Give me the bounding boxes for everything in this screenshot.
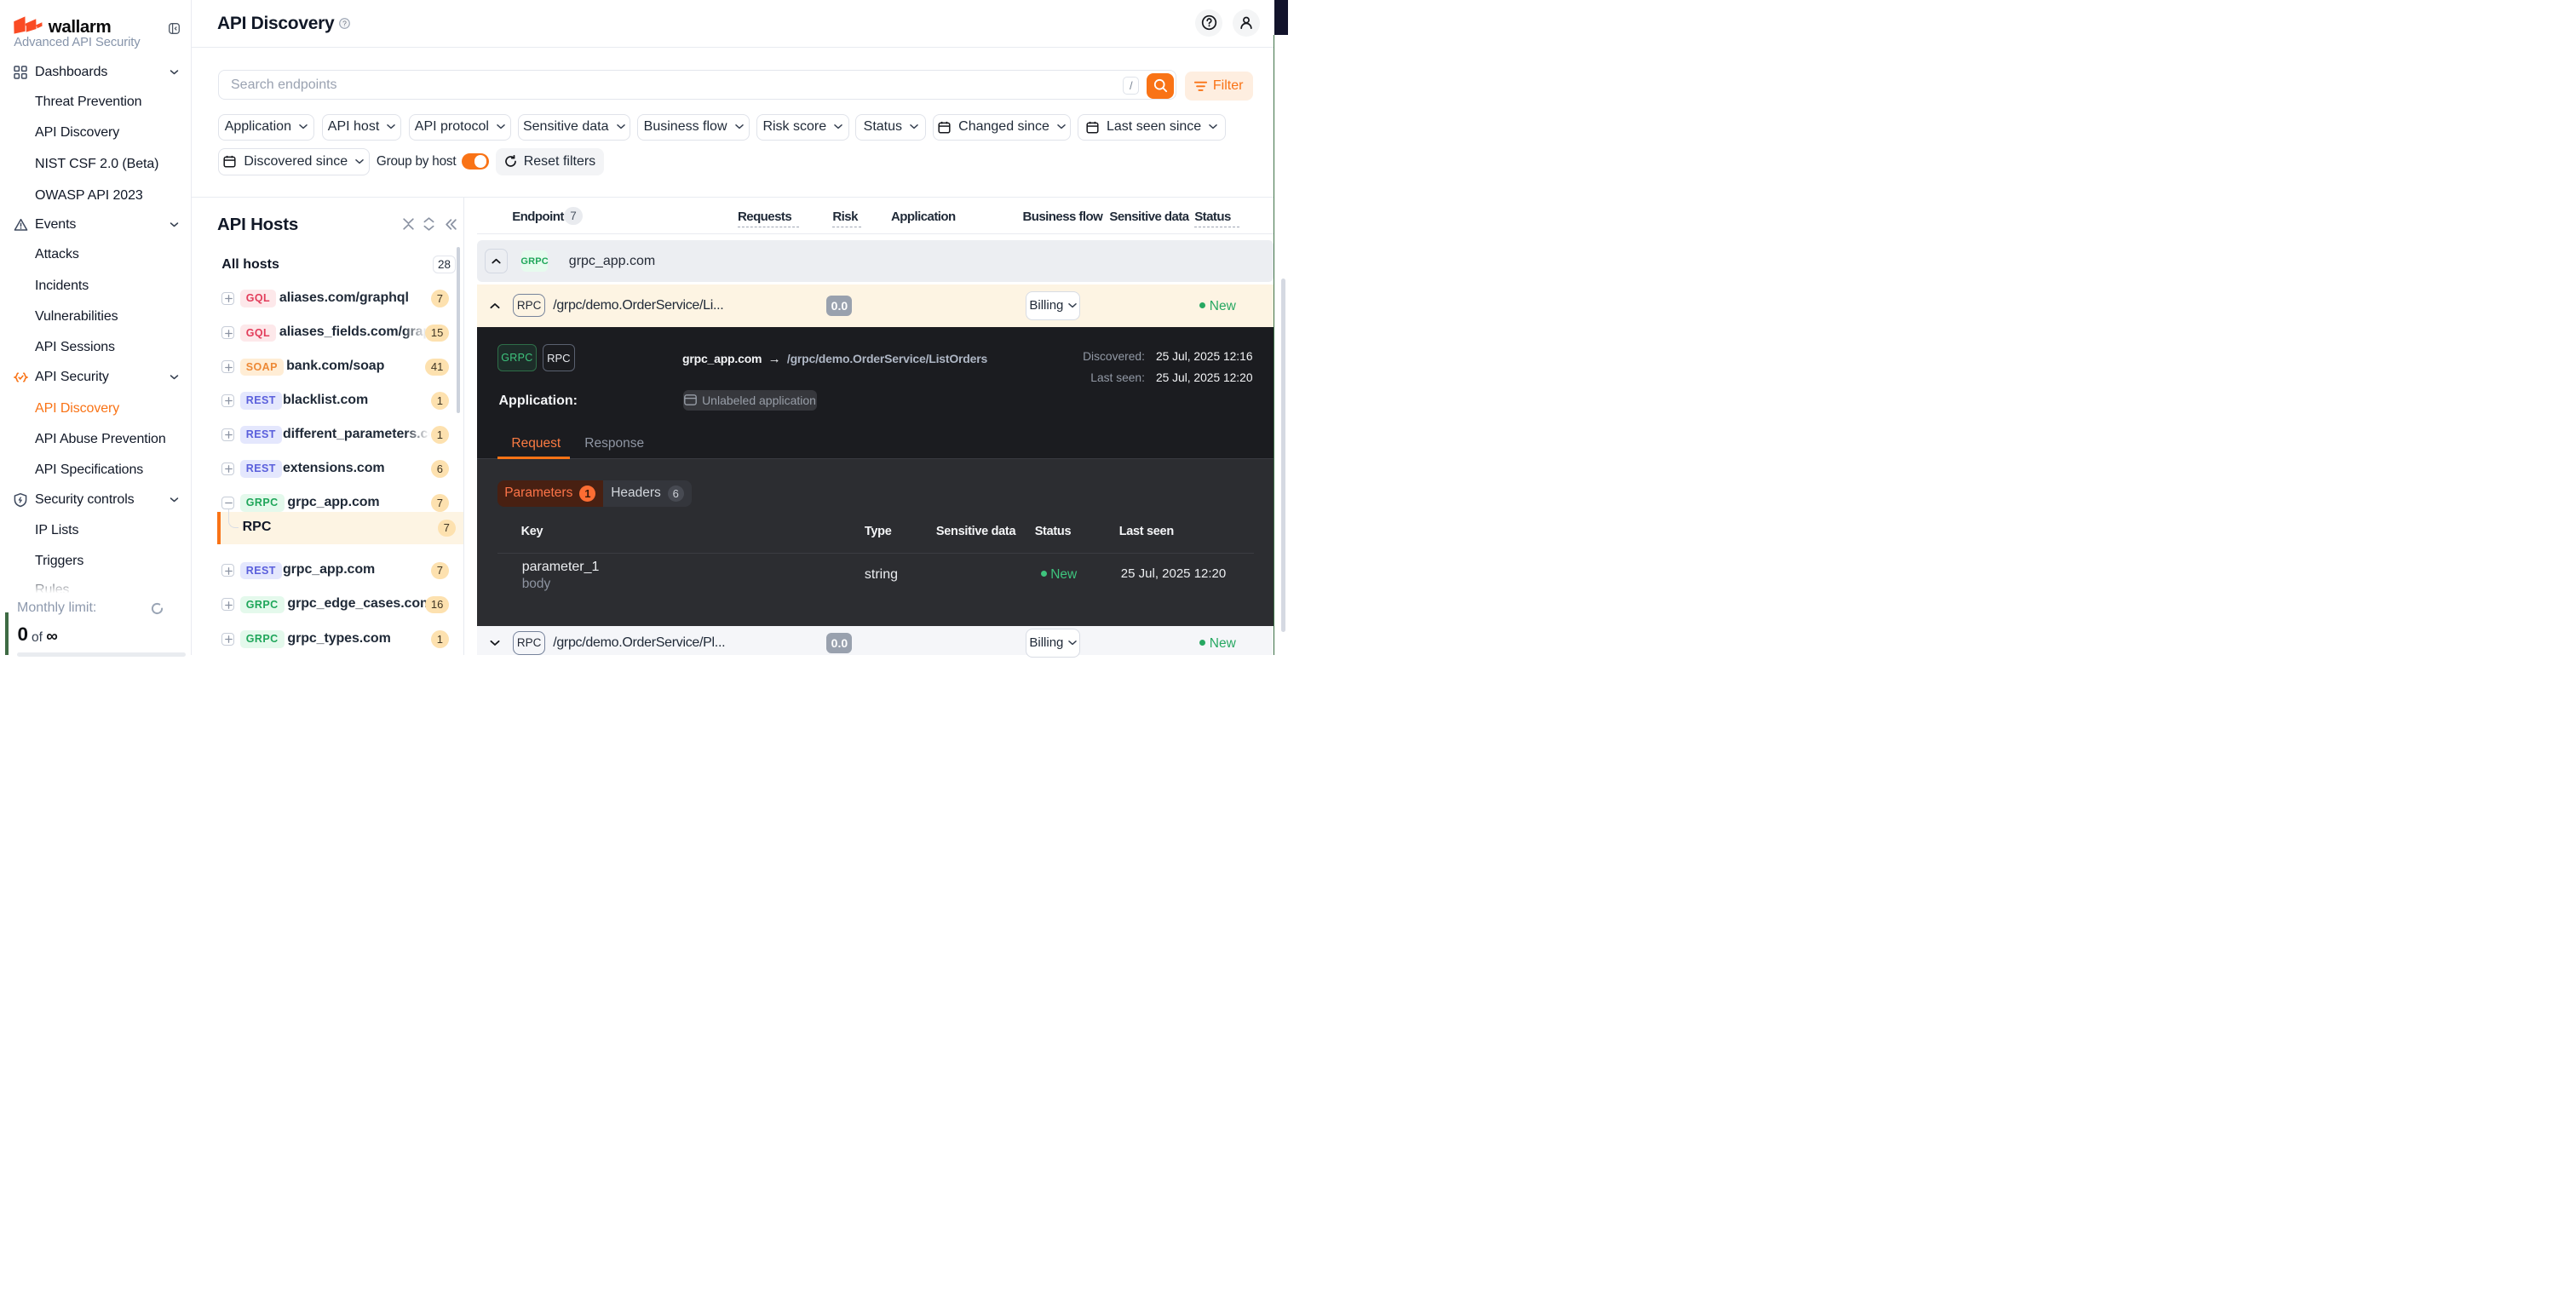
svg-text:?: ? <box>342 19 347 27</box>
